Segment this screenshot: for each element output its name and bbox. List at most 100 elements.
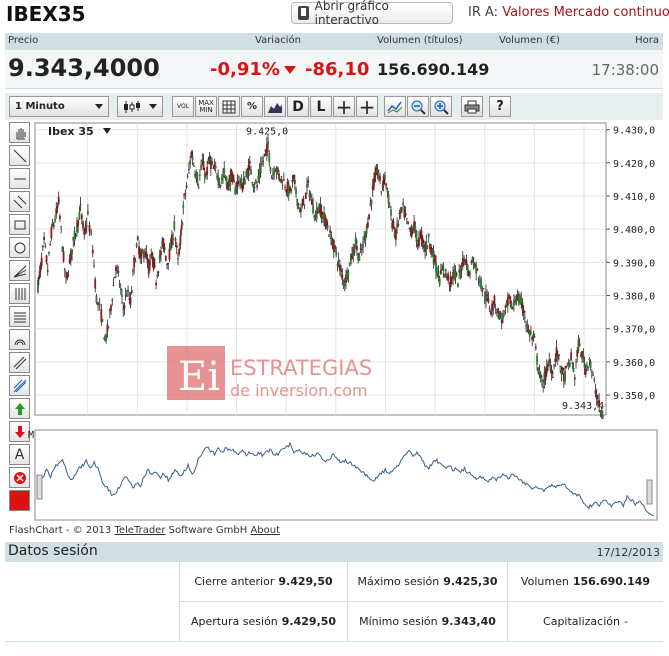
- candle-body: [362, 243, 364, 249]
- candle-body: [493, 295, 496, 305]
- percent-toggle-button[interactable]: %: [241, 96, 263, 117]
- candle-body: [256, 185, 258, 188]
- zoom-out-button[interactable]: [407, 96, 429, 117]
- candle-body: [480, 278, 482, 289]
- candle-body: [328, 235, 330, 237]
- y-tick-label: 9.420,0: [613, 159, 655, 170]
- candle-body: [368, 214, 370, 220]
- candle-body: [506, 297, 509, 306]
- candle-body: [61, 247, 64, 252]
- candle-body: [174, 238, 177, 241]
- navigator-right-handle[interactable]: [646, 479, 653, 505]
- candle-body: [200, 164, 203, 170]
- navigator-frame[interactable]: [34, 429, 658, 521]
- candle-body: [300, 209, 302, 212]
- candle-body: [185, 185, 188, 188]
- candle-body: [263, 153, 266, 155]
- candle-body: [538, 370, 541, 375]
- candle-body: [401, 209, 403, 211]
- session-open-cell: Apertura sesión 9.429,50: [179, 602, 347, 642]
- candle-body: [261, 163, 263, 165]
- navigator-left-handle[interactable]: [36, 474, 43, 500]
- candle-body: [514, 301, 517, 303]
- candle-body: [276, 167, 279, 172]
- candle-body: [476, 269, 479, 271]
- area-chart-icon: [268, 102, 282, 113]
- quote-time: 17:38:00: [591, 61, 659, 79]
- maxmin-toggle-button[interactable]: MAX MIN: [195, 96, 217, 117]
- y-tick-label: 9.350,0: [613, 391, 655, 402]
- candle-body: [196, 173, 199, 184]
- instrument-label[interactable]: Ibex 35: [48, 125, 94, 138]
- candle-body: [551, 377, 554, 379]
- candle-body: [164, 255, 167, 261]
- candle-body: [84, 226, 87, 232]
- candle-body: [342, 280, 345, 283]
- candle-body: [492, 308, 495, 310]
- candle-body: [175, 245, 178, 248]
- candle-body: [494, 308, 497, 311]
- zoom-in-button[interactable]: [430, 96, 452, 117]
- candle-body: [280, 176, 283, 178]
- candle-body: [80, 214, 83, 220]
- candle-body: [98, 304, 101, 306]
- session-cap-value: -: [623, 615, 628, 628]
- chart-type-select[interactable]: [117, 96, 163, 117]
- about-link[interactable]: About: [250, 525, 280, 536]
- crosshair-label-button[interactable]: +: [356, 95, 378, 119]
- candle-body: [113, 276, 116, 279]
- candle-body: [158, 254, 161, 260]
- down-arrow-icon: [284, 66, 296, 74]
- candle-body: [526, 324, 529, 328]
- indicators-button[interactable]: [384, 96, 406, 117]
- candle-body: [107, 326, 110, 328]
- grid-toggle-button[interactable]: [218, 96, 240, 117]
- crosshair-button[interactable]: +: [333, 95, 355, 119]
- candle-body: [418, 237, 420, 246]
- candle-body: [569, 362, 571, 367]
- candle-body: [388, 206, 391, 208]
- candle-body: [46, 269, 49, 272]
- volume-eur-label: Volumen (€): [499, 35, 560, 46]
- y-tick-label: 9.370,0: [613, 325, 655, 336]
- candle-body: [337, 259, 340, 262]
- candle-body: [162, 238, 165, 247]
- candle-body: [87, 210, 89, 215]
- help-button[interactable]: ?: [489, 96, 511, 117]
- candle-body: [590, 371, 593, 373]
- candle-body: [248, 160, 251, 164]
- open-interactive-chart-button[interactable]: Abrir gráfico interactivo: [291, 0, 453, 27]
- area-toggle-button[interactable]: [264, 96, 286, 117]
- candle-body: [481, 290, 484, 292]
- candle-body: [163, 247, 166, 251]
- candle-body: [407, 221, 409, 224]
- high-label: 9.425,0: [246, 126, 288, 137]
- candle-body: [498, 312, 501, 320]
- candle-body: [180, 224, 183, 230]
- candle-body: [584, 368, 587, 375]
- session-table: Cierre anterior 9.429,50 Máximo sesión 9…: [5, 562, 663, 642]
- volume-toggle-button[interactable]: VOL: [172, 96, 194, 117]
- y-tick-label: 9.400,0: [613, 225, 655, 236]
- teletrader-link[interactable]: TeleTrader: [114, 525, 165, 536]
- line-button[interactable]: L: [310, 96, 332, 117]
- candle-body: [101, 319, 104, 322]
- interval-select[interactable]: 1 Minuto: [9, 96, 109, 117]
- candle-body: [360, 248, 363, 250]
- candle-body: [326, 225, 329, 229]
- candle-body: [156, 274, 159, 278]
- session-high-cell: Máximo sesión 9.425,30: [347, 562, 507, 602]
- goto-link[interactable]: Valores Mercado continuo: [502, 5, 669, 20]
- candle-body: [457, 283, 459, 288]
- print-button[interactable]: [461, 96, 483, 117]
- candle-body: [565, 365, 568, 368]
- daily-button[interactable]: D: [287, 96, 309, 117]
- candle-body: [309, 195, 312, 197]
- candle-body: [67, 274, 70, 276]
- candle-body: [510, 302, 513, 309]
- candle-body: [513, 300, 515, 306]
- candle-body: [601, 414, 604, 419]
- credits: FlashChart - © 2013 TeleTrader Software …: [9, 525, 280, 536]
- candle-body: [218, 181, 221, 185]
- price-chart[interactable]: Ei ESTRATEGIAS de inversion.com Ibex 35 …: [0, 120, 669, 525]
